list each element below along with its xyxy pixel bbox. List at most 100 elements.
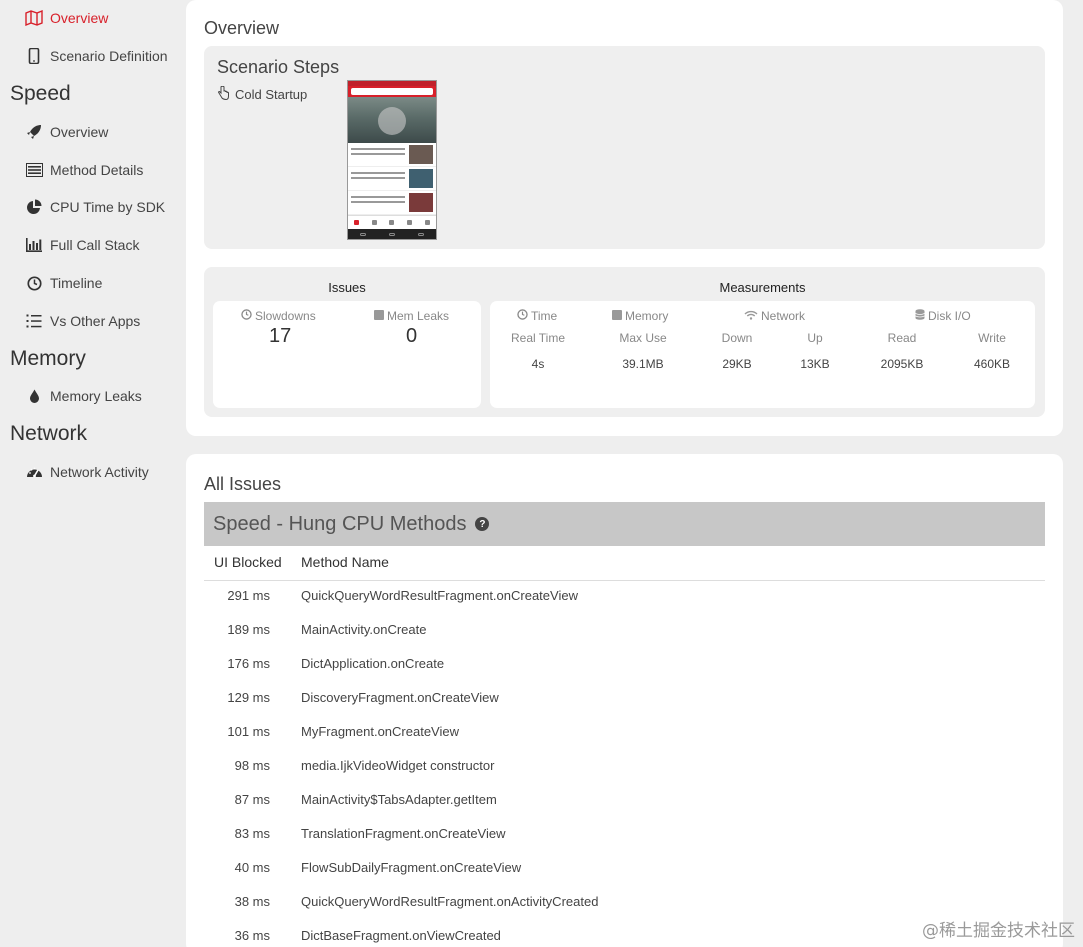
time-header: Time (517, 309, 557, 323)
ui-blocked-cell: 40 ms (234, 860, 270, 875)
table-row[interactable]: 129 ms DiscoveryFragment.onCreateView (204, 682, 1045, 716)
table-row[interactable]: 176 ms DictApplication.onCreate (204, 648, 1045, 682)
watermark: @稀土掘金技术社区 (922, 921, 1075, 941)
ui-blocked-cell: 38 ms (234, 894, 270, 909)
real-time-label: Real Time (510, 331, 566, 345)
down-label: Down (721, 331, 753, 345)
column-header-method-name[interactable]: Method Name (301, 554, 389, 570)
sidebar-item-network-activity[interactable]: Network Activity (24, 460, 149, 484)
issues-heading: Issues (328, 280, 366, 295)
method-name-cell: MyFragment.onCreateView (301, 724, 459, 739)
scenario-steps-box: Scenario Steps Cold Startup (204, 46, 1045, 249)
max-use-label: Max Use (619, 331, 667, 345)
ui-blocked-cell: 83 ms (234, 826, 270, 841)
rocket-icon (24, 123, 44, 141)
overview-panel: Overview Scenario Steps Cold Startup Iss… (186, 0, 1063, 436)
ui-blocked-cell: 189 ms (227, 622, 270, 637)
dashboard-icon (24, 463, 44, 481)
mem-leaks-count[interactable]: 0 (406, 325, 417, 348)
write-value: 460KB (973, 357, 1011, 371)
read-value: 2095KB (880, 357, 924, 371)
table-row[interactable]: 36 ms DictBaseFragment.onViewCreated (204, 920, 1045, 947)
wifi-icon (744, 309, 758, 323)
sidebar-item-label: Network Activity (50, 464, 149, 480)
map-icon (24, 9, 44, 27)
max-use-value: 39.1MB (622, 357, 664, 371)
issues-card: Slowdowns 17 Mem Leaks 0 (213, 301, 481, 408)
mobile-icon (24, 47, 44, 65)
table-row[interactable]: 38 ms QuickQueryWordResultFragment.onAct… (204, 886, 1045, 920)
slowdowns-count[interactable]: 17 (269, 325, 291, 348)
all-issues-title: All Issues (204, 474, 282, 494)
sidebar-item-label: Overview (50, 10, 109, 26)
all-issues-panel: All Issues Speed - Hung CPU Methods ? UI… (186, 454, 1063, 947)
table-row[interactable]: 40 ms FlowSubDailyFragment.onCreateView (204, 852, 1045, 886)
table-row[interactable]: 83 ms TranslationFragment.onCreateView (204, 818, 1045, 852)
sidebar-item-speed-overview[interactable]: Overview (24, 120, 108, 144)
square-icon (612, 309, 622, 323)
sidebar-item-vs-other-apps[interactable]: Vs Other Apps (24, 309, 140, 333)
pointer-hand-icon (217, 85, 229, 103)
down-value: 29KB (722, 357, 752, 371)
clock-icon (241, 309, 252, 323)
sidebar-item-memory-leaks[interactable]: Memory Leaks (24, 384, 142, 408)
pie-chart-icon (24, 198, 44, 216)
help-icon[interactable]: ? (475, 517, 490, 531)
overview-title: Overview (204, 18, 280, 38)
table-row[interactable]: 98 ms media.IjkVideoWidget constructor (204, 750, 1045, 784)
sidebar-item-label: Overview (50, 124, 109, 140)
method-name-cell: DictApplication.onCreate (301, 656, 445, 671)
database-icon (915, 309, 925, 323)
table-row[interactable]: 101 ms MyFragment.onCreateView (204, 716, 1045, 750)
column-header-ui-blocked[interactable]: UI Blocked (214, 554, 282, 570)
sidebar-item-label: Scenario Definition (50, 48, 168, 64)
method-name-cell: MainActivity.onCreate (301, 622, 427, 637)
sidebar-item-overview[interactable]: Overview (24, 6, 108, 30)
section-title: Speed - Hung CPU Methods (213, 512, 467, 535)
real-time-value: 4s (531, 357, 545, 371)
method-name-cell: QuickQueryWordResultFragment.onActivityC… (301, 894, 599, 909)
table-row[interactable]: 189 ms MainActivity.onCreate (204, 614, 1045, 648)
slowdowns-header: Slowdowns (241, 309, 316, 323)
drop-icon (24, 387, 44, 405)
clock-icon (24, 274, 44, 292)
scenario-step-label: Cold Startup (235, 87, 308, 102)
table-row[interactable]: 87 ms MainActivity$TabsAdapter.getItem (204, 784, 1045, 818)
sidebar-item-label: Vs Other Apps (50, 313, 141, 329)
write-label: Write (978, 331, 1006, 345)
memory-header: Memory (612, 309, 668, 323)
measurements-heading: Measurements (719, 280, 806, 295)
network-header: Network (744, 309, 805, 323)
ui-blocked-cell: 176 ms (227, 656, 270, 671)
bar-chart-icon (24, 236, 44, 254)
ui-blocked-cell: 87 ms (234, 792, 270, 807)
section-title-memory: Memory (10, 347, 86, 370)
sidebar-item-label: Memory Leaks (50, 388, 142, 404)
ui-blocked-cell: 129 ms (227, 690, 270, 705)
ui-blocked-cell: 36 ms (234, 928, 270, 943)
up-value: 13KB (800, 357, 830, 371)
sidebar-item-cpu-time-by-sdk[interactable]: CPU Time by SDK (24, 195, 165, 219)
disk-io-header: Disk I/O (915, 309, 971, 323)
sidebar-item-scenario-definition[interactable]: Scenario Definition (24, 44, 168, 68)
app-screenshot-thumbnail[interactable] (347, 80, 437, 240)
sidebar-item-timeline[interactable]: Timeline (24, 271, 102, 295)
measurements-card: Time Memory Network Disk I/O Real Time M… (490, 301, 1035, 408)
method-name-cell: TranslationFragment.onCreateView (301, 826, 506, 841)
list-alt-icon (24, 161, 44, 179)
ui-blocked-cell: 101 ms (227, 724, 270, 739)
sidebar-item-method-details[interactable]: Method Details (24, 158, 143, 182)
section-title-speed: Speed (10, 82, 71, 105)
ui-blocked-cell: 291 ms (227, 588, 270, 603)
section-title-network: Network (10, 422, 88, 445)
scenario-step[interactable]: Cold Startup (217, 85, 308, 103)
mem-leaks-header: Mem Leaks (374, 309, 449, 323)
method-name-cell: media.IjkVideoWidget constructor (301, 758, 495, 773)
method-name-cell: MainActivity$TabsAdapter.getItem (301, 792, 497, 807)
sidebar: Overview Scenario Definition Speed Overv… (0, 0, 186, 947)
table-row[interactable]: 291 ms QuickQueryWordResultFragment.onCr… (204, 580, 1045, 614)
sidebar-item-full-call-stack[interactable]: Full Call Stack (24, 233, 139, 257)
up-label: Up (807, 331, 823, 345)
sidebar-item-label: Method Details (50, 162, 144, 178)
list-ol-icon (24, 312, 44, 330)
